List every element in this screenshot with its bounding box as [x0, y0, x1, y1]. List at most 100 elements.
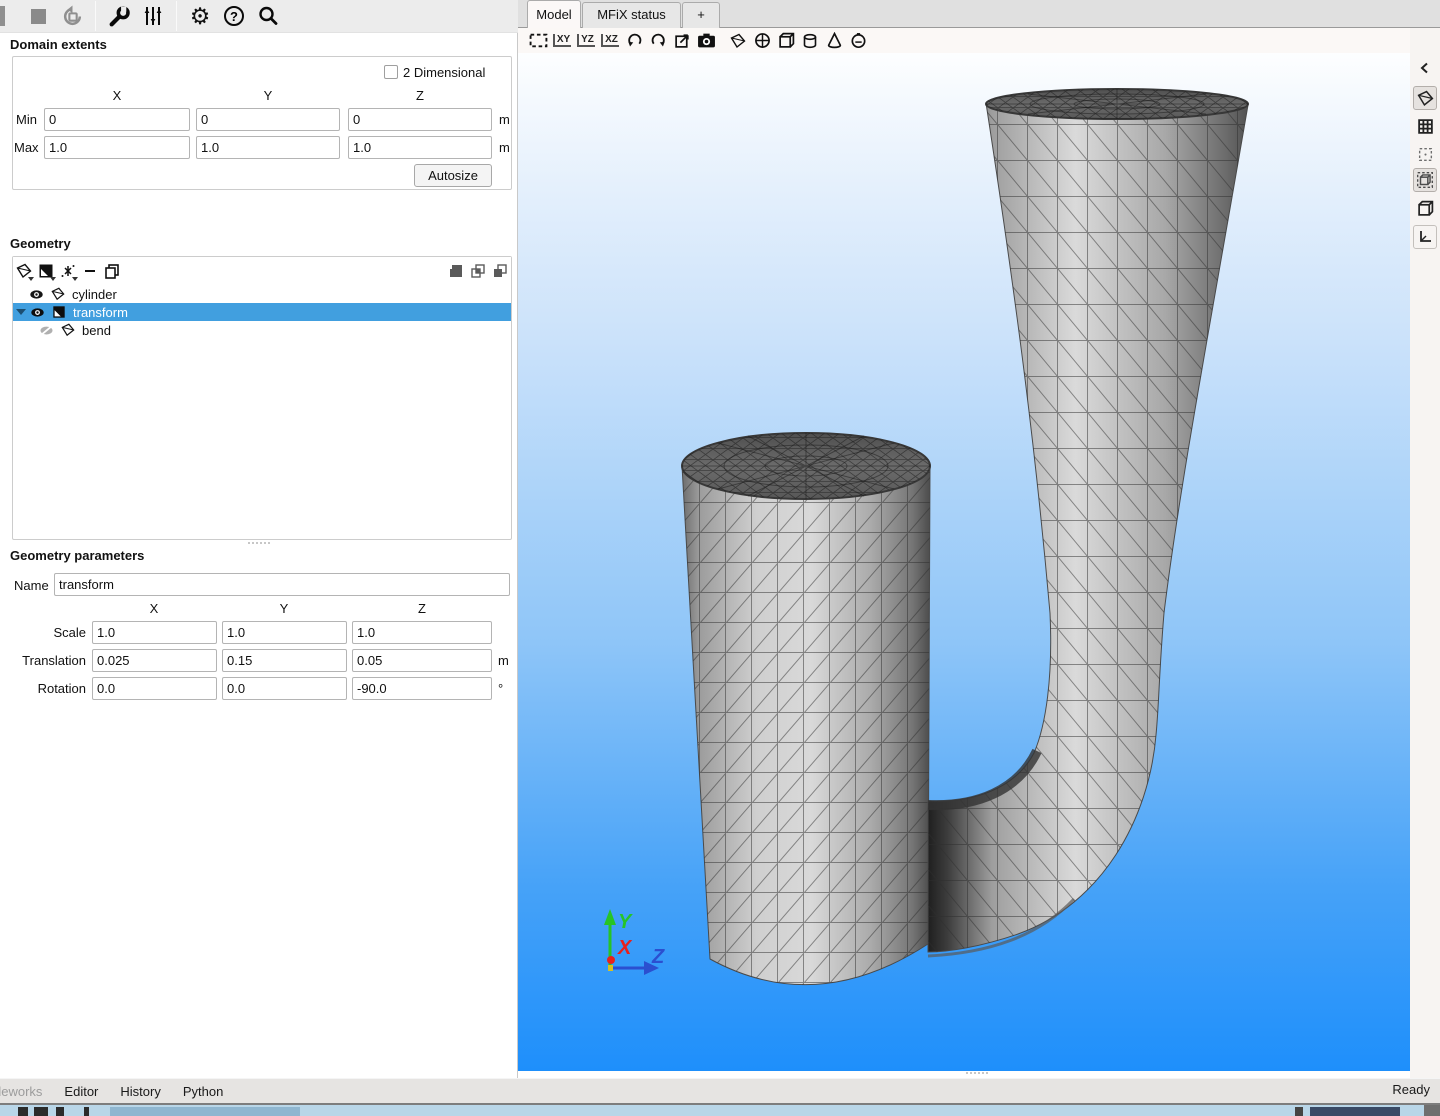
- scale-x-field[interactable]: [92, 621, 217, 644]
- column-x-header: X: [87, 88, 147, 103]
- rotate-left-icon[interactable]: [622, 30, 646, 52]
- mesh-model: Y X Z: [518, 53, 1410, 1071]
- view-xz-icon[interactable]: XZ: [598, 30, 622, 52]
- toggle-dome-icon[interactable]: [846, 30, 870, 52]
- rotation-y-field[interactable]: [222, 677, 347, 700]
- toggle-cylinder-icon[interactable]: [798, 30, 822, 52]
- ready-status: Ready: [1392, 1082, 1430, 1097]
- model-setup-panel: Domain extents 2 Dimensional X Y Z Min m…: [0, 33, 518, 1078]
- translation-z-field[interactable]: [352, 649, 492, 672]
- tree-row-cylinder[interactable]: cylinder: [13, 285, 511, 303]
- expander-icon[interactable]: [16, 309, 26, 315]
- screenshot-camera-icon[interactable]: [694, 30, 718, 52]
- boolean-union-icon[interactable]: [445, 261, 467, 281]
- search-icon[interactable]: [253, 3, 283, 29]
- copy-geometry-icon[interactable]: [101, 261, 123, 281]
- toggle-axes-sphere-icon[interactable]: [750, 30, 774, 52]
- reset-view-icon[interactable]: [526, 30, 550, 52]
- tree-row-transform[interactable]: transform: [13, 303, 511, 321]
- regions-icon[interactable]: [1413, 142, 1437, 166]
- perspective-icon[interactable]: [670, 30, 694, 52]
- rotation-x-field[interactable]: [92, 677, 217, 700]
- domain-extents-title: Domain extents: [10, 37, 107, 52]
- view-xy-icon[interactable]: XY: [550, 30, 574, 52]
- tab-editor[interactable]: Editor: [64, 1084, 98, 1099]
- scale-z-field[interactable]: [352, 621, 492, 644]
- tab-history[interactable]: History: [120, 1084, 160, 1099]
- viewport-3d-canvas[interactable]: Y X Z: [518, 53, 1410, 1071]
- viewport-tabbar: Model MFiX status +: [518, 0, 1440, 28]
- toggle-geometry-icon[interactable]: [726, 30, 750, 52]
- xmin-field[interactable]: [44, 108, 190, 131]
- min-unit: m: [499, 112, 510, 127]
- view-yz-icon[interactable]: YZ: [574, 30, 598, 52]
- bend-tube-mesh: [928, 89, 1248, 956]
- framed-cube-icon[interactable]: [1413, 168, 1437, 192]
- zmax-field[interactable]: [348, 136, 492, 159]
- background-window-sliver: [0, 1103, 1440, 1116]
- geometry-mode-icon[interactable]: [1413, 86, 1437, 110]
- tab-python[interactable]: Python: [183, 1084, 223, 1099]
- name-label: Name: [14, 578, 49, 593]
- translation-y-field[interactable]: [222, 649, 347, 672]
- geometry-type-icon: [61, 323, 75, 337]
- scale-label: Scale: [0, 625, 86, 640]
- tab-add[interactable]: +: [682, 2, 720, 28]
- min-row-label: Min: [16, 112, 37, 127]
- remove-geometry-icon[interactable]: [79, 261, 101, 281]
- help-icon[interactable]: ?: [219, 3, 249, 29]
- tree-label-cylinder: cylinder: [72, 287, 117, 302]
- autosize-button[interactable]: Autosize: [414, 164, 492, 187]
- two-dimensional-checkbox[interactable]: [384, 65, 398, 79]
- cylinder-mesh: [682, 433, 930, 985]
- boolean-intersect-icon[interactable]: [467, 261, 489, 281]
- zmin-field[interactable]: [348, 108, 492, 131]
- translation-x-field[interactable]: [92, 649, 217, 672]
- boolean-difference-icon[interactable]: [489, 261, 511, 281]
- add-filter-icon[interactable]: [35, 261, 57, 281]
- rotation-unit: °: [498, 681, 503, 696]
- name-field[interactable]: [54, 573, 510, 596]
- collapse-chevron-icon[interactable]: [1413, 56, 1437, 80]
- console-splitter-handle[interactable]: [966, 1072, 988, 1076]
- stop-icon[interactable]: [23, 3, 53, 29]
- toggle-cone-icon[interactable]: [822, 30, 846, 52]
- add-geometry-icon[interactable]: [13, 261, 35, 281]
- ymax-field[interactable]: [196, 136, 340, 159]
- geometry-parameters-title: Geometry parameters: [10, 548, 144, 563]
- sliders-icon[interactable]: [138, 3, 168, 29]
- two-dimensional-label: 2 Dimensional: [403, 65, 485, 80]
- axes-widget-icon[interactable]: [1413, 225, 1437, 249]
- rotate-right-icon[interactable]: [646, 30, 670, 52]
- cube-view-icon[interactable]: [1413, 196, 1437, 220]
- tab-model[interactable]: Model: [527, 0, 581, 28]
- toolbar-separator: [176, 1, 177, 31]
- wizard-icon[interactable]: [57, 261, 79, 281]
- translation-unit: m: [498, 653, 509, 668]
- run-partial-icon[interactable]: [0, 6, 5, 26]
- mesh-grid-icon[interactable]: [1413, 114, 1437, 138]
- column-z-header: Z: [390, 88, 450, 103]
- rotation-z-field[interactable]: [352, 677, 492, 700]
- wrench-icon[interactable]: [104, 3, 134, 29]
- tab-nodeworks[interactable]: deworks: [0, 1084, 42, 1099]
- hidden-eye-icon[interactable]: [39, 323, 54, 338]
- scale-y-field[interactable]: [222, 621, 347, 644]
- right-mode-toolbar: [1410, 28, 1440, 1078]
- geometry-type-icon: [51, 287, 65, 301]
- status-bar: deworks Editor History Python: [0, 1078, 1440, 1103]
- reset-icon[interactable]: [57, 3, 87, 29]
- visible-eye-icon[interactable]: [29, 287, 44, 302]
- geometry-toolbar: [13, 257, 511, 285]
- xmax-field[interactable]: [44, 136, 190, 159]
- toolbar-separator: [95, 1, 96, 31]
- panel-splitter-handle[interactable]: [248, 542, 270, 546]
- axis-widget: Y X Z: [604, 909, 665, 975]
- main-toolbar: ⚙ ?: [0, 0, 518, 33]
- settings-gear-icon[interactable]: ⚙: [185, 3, 215, 29]
- tree-row-bend[interactable]: bend: [13, 321, 511, 339]
- tab-mfix-status[interactable]: MFiX status: [582, 2, 681, 28]
- visible-eye-icon[interactable]: [30, 305, 45, 320]
- toggle-cube-icon[interactable]: [774, 30, 798, 52]
- ymin-field[interactable]: [196, 108, 340, 131]
